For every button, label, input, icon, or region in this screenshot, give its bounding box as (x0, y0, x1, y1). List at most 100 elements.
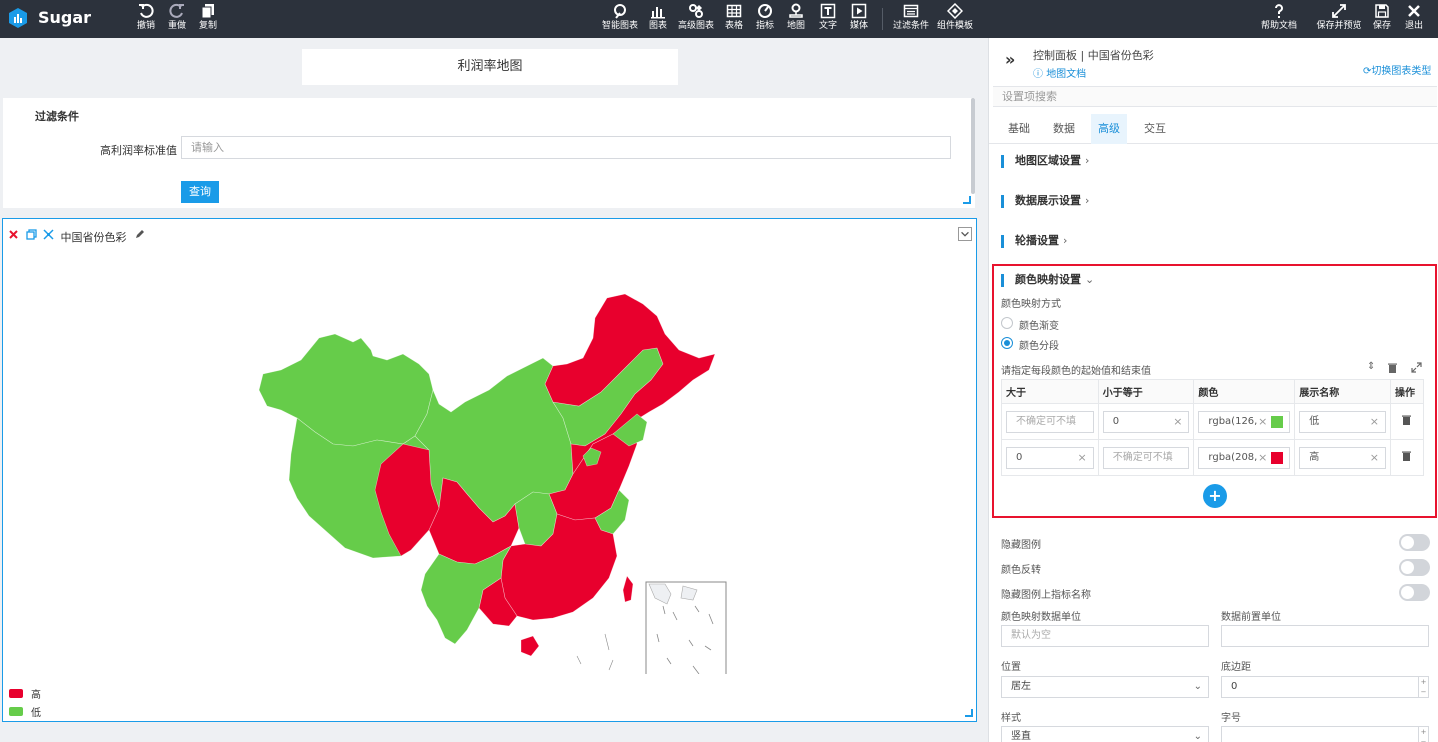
widget-menu-toggle[interactable] (958, 227, 972, 241)
clear-icon[interactable]: × (1258, 448, 1267, 468)
row1-gt-input[interactable]: 不确定可不填 (1006, 410, 1094, 433)
add-segment-button[interactable]: + (1203, 484, 1227, 508)
component-template-button[interactable]: 组件模板 (935, 3, 975, 35)
font-size-input[interactable]: + − (1221, 726, 1429, 742)
settings-search-input[interactable]: 设置项搜索 (993, 86, 1437, 107)
clear-icon[interactable]: × (1077, 448, 1086, 468)
radio-segment-label: 颜色分段 (1019, 341, 1059, 352)
switch-chart-type-link[interactable]: ⟳切换图表类型 (1363, 62, 1431, 77)
help-button[interactable]: 帮助文档 (1259, 3, 1299, 35)
position-value: 居左 (1011, 681, 1031, 692)
section-map-area[interactable]: 地图区域设置 › (1001, 152, 1089, 168)
row2-gt-input[interactable]: 0 × (1006, 446, 1094, 469)
top-toolbar: Sugar 撤销 重做 复制 智能图表 图表 高级图表 表格 指标 地图 文字 (0, 0, 1438, 38)
map-button[interactable]: 地图 (784, 3, 808, 35)
indicator-button[interactable]: 指标 (753, 3, 777, 35)
number-stepper[interactable]: + − (1418, 727, 1428, 742)
row1-lte-input[interactable]: 0 × (1102, 410, 1190, 433)
legend-item-high[interactable]: 高 (9, 686, 41, 701)
hide-legend-metric-toggle[interactable] (1399, 584, 1430, 601)
delete-icon[interactable] (8, 229, 19, 240)
sort-icon[interactable]: ⇕ (1367, 361, 1375, 372)
chart-button[interactable]: 图表 (646, 3, 670, 35)
section-data-display[interactable]: 数据展示设置 › (1001, 192, 1089, 208)
clear-icon[interactable]: × (1258, 412, 1267, 432)
style-select[interactable]: 竖直 ⌄ (1001, 726, 1209, 742)
row1-color-input[interactable]: rgba(126, × (1198, 410, 1291, 433)
china-province-map[interactable] (253, 294, 733, 674)
advanced-chart-icon (689, 4, 703, 18)
clear-icon[interactable]: × (1370, 448, 1379, 468)
position-select[interactable]: 居左 ⌄ (1001, 676, 1209, 698)
clear-icon[interactable]: × (1370, 412, 1379, 432)
redo-icon (169, 3, 184, 18)
switch-chart-type-label: 切换图表类型 (1371, 66, 1432, 77)
smart-chart-label: 智能图表 (601, 21, 638, 31)
row1-name-value: 低 (1309, 415, 1320, 427)
delete-row-icon[interactable] (1401, 450, 1412, 462)
delete-row-icon[interactable] (1401, 414, 1412, 426)
legend-item-low[interactable]: 低 (9, 704, 41, 719)
map-widget[interactable]: 中国省份色彩 高 低 (2, 218, 977, 722)
color-swatch-green[interactable] (1271, 415, 1284, 428)
copy-button[interactable]: 复制 (196, 3, 220, 35)
map-pin-icon (789, 3, 803, 18)
bottom-margin-input[interactable]: 0 + − (1221, 676, 1429, 698)
table-button[interactable]: 表格 (722, 3, 746, 35)
undo-button[interactable]: 撤销 (134, 3, 158, 35)
duplicate-icon[interactable] (25, 229, 37, 240)
unit-input[interactable]: 默认为空 (1001, 625, 1209, 647)
row1-name-input[interactable]: 低 × (1299, 410, 1386, 433)
map-region-taiwan (622, 575, 634, 603)
help-circle-icon: ⓘ (1033, 69, 1047, 80)
prefix-input[interactable] (1221, 625, 1429, 647)
section-data-display-label: 数据展示设置 (1015, 194, 1081, 207)
filter-title: 过滤条件 (35, 110, 79, 123)
chevron-down-icon: ⌄ (1193, 731, 1202, 742)
number-stepper[interactable]: + − (1418, 677, 1428, 697)
collapse-panel-icon[interactable]: » (1005, 50, 1015, 69)
high-profit-threshold-input[interactable]: 请输入 (181, 136, 951, 159)
col-lte: 小于等于 (1097, 379, 1195, 404)
tab-advanced[interactable]: 高级 (1091, 114, 1127, 144)
filter-button[interactable]: 过滤条件 (891, 3, 931, 35)
col-color: 颜色 (1193, 379, 1296, 404)
redo-button[interactable]: 重做 (165, 3, 189, 35)
tab-interaction[interactable]: 交互 (1139, 114, 1171, 144)
map-resize-handle[interactable] (965, 709, 973, 717)
page-title[interactable]: 利润率地图 (302, 49, 678, 85)
media-label: 媒体 (849, 21, 868, 31)
row2-color-input[interactable]: rgba(208, × (1198, 446, 1291, 469)
color-reverse-toggle[interactable] (1399, 559, 1430, 576)
resize-handle[interactable] (963, 196, 971, 204)
advanced-chart-button[interactable]: 高级图表 (676, 3, 716, 35)
section-color-mapping[interactable]: 颜色映射设置 ⌄ (1001, 271, 1094, 287)
fullscreen-icon[interactable] (43, 229, 54, 240)
redo-label: 重做 (167, 21, 186, 31)
save-preview-button[interactable]: 保存并预览 (1315, 3, 1363, 35)
map-doc-link[interactable]: ⓘ 地图文档 (1033, 65, 1086, 80)
text-button[interactable]: 文字 (816, 3, 840, 35)
row2-lte-input[interactable]: 不确定可不填 (1102, 446, 1190, 469)
filter-icon (903, 4, 919, 18)
color-swatch-red[interactable] (1271, 451, 1284, 464)
save-button[interactable]: 保存 (1370, 3, 1394, 35)
hide-legend-toggle[interactable] (1399, 534, 1430, 551)
exit-button[interactable]: 退出 (1402, 3, 1426, 35)
section-carousel[interactable]: 轮播设置 › (1001, 232, 1067, 248)
trash-icon[interactable] (1387, 362, 1398, 373)
row2-name-input[interactable]: 高 × (1299, 446, 1386, 469)
radio-gradient[interactable] (1001, 317, 1013, 329)
style-label: 样式 (1001, 713, 1021, 724)
clear-icon[interactable]: × (1173, 412, 1182, 432)
tab-data[interactable]: 数据 (1048, 114, 1080, 144)
edit-pencil-icon[interactable] (134, 229, 145, 240)
media-button[interactable]: 媒体 (847, 3, 871, 35)
expand-icon[interactable] (1411, 362, 1422, 373)
query-button[interactable]: 查询 (181, 181, 219, 203)
radio-segment[interactable] (1001, 337, 1013, 349)
tab-basic[interactable]: 基础 (1003, 114, 1035, 144)
section-color-mapping-label: 颜色映射设置 (1015, 273, 1081, 286)
smart-chart-button[interactable]: 智能图表 (600, 3, 640, 35)
filter-scrollbar[interactable] (971, 98, 975, 194)
